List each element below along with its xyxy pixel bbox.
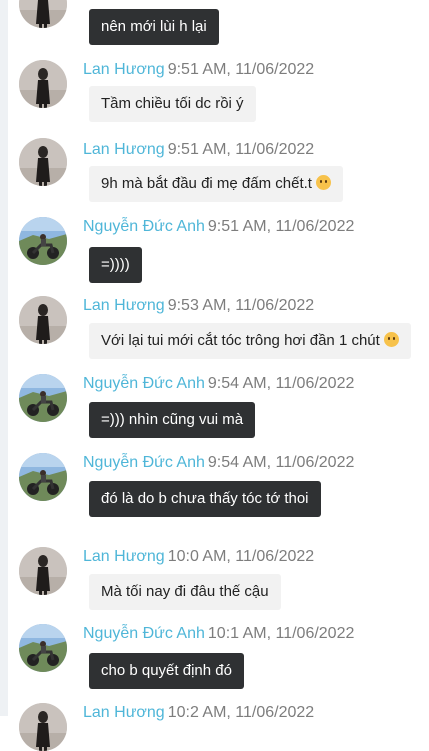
message-bubble[interactable]: =)))): [89, 247, 142, 283]
timestamp: 9:54 AM, 11/06/2022: [207, 375, 355, 392]
message-header: Nguyễn Đức Anh 10:1 AM, 11/06/2022: [83, 624, 354, 644]
message-text: đó là do b chưa thấy tóc tớ thoi: [101, 490, 309, 507]
message-header: Lan Hương 10:0 AM, 11/06/2022: [83, 547, 314, 567]
message-header: Nguyễn Đức Anh 9:51 AM, 11/06/2022: [83, 217, 354, 237]
avatar[interactable]: [19, 296, 67, 344]
message-text: nên mới lùi h lại: [101, 18, 207, 35]
timestamp: 10:1 AM, 11/06/2022: [207, 625, 355, 642]
message-bubble[interactable]: cho b quyết định đó: [89, 653, 244, 689]
message-text: Với lại tui mới cắt tóc trông hơi đần 1 …: [101, 332, 380, 349]
message-header: Lan Hương 9:51 AM, 11/06/2022: [83, 140, 314, 160]
avatar[interactable]: [19, 624, 67, 672]
timestamp: 9:54 AM, 11/06/2022: [207, 454, 355, 471]
message-text: cho b quyết định đó: [101, 662, 232, 679]
avatar[interactable]: [19, 217, 67, 265]
sender-name[interactable]: Lan Hương: [83, 704, 165, 721]
message-bubble[interactable]: Mà tối nay đi đâu thế cậu: [89, 574, 281, 610]
message-text: =)))): [101, 256, 130, 273]
message-text: Tầm chiều tối dc rồi ý: [101, 95, 244, 112]
message-header: Lan Hương 10:2 AM, 11/06/2022: [83, 703, 314, 723]
sad-face-icon: [383, 332, 399, 347]
sender-name[interactable]: Nguyễn Đức Anh: [83, 375, 205, 392]
sender-name[interactable]: Nguyễn Đức Anh: [83, 454, 205, 471]
avatar[interactable]: [19, 453, 67, 501]
timestamp: 9:51 AM, 11/06/2022: [207, 218, 355, 235]
timestamp: 10:0 AM, 11/06/2022: [167, 548, 315, 565]
message-header: Nguyễn Đức Anh 9:54 AM, 11/06/2022: [83, 453, 354, 473]
scrollbar-track[interactable]: [0, 0, 8, 716]
sender-name[interactable]: Nguyễn Đức Anh: [83, 218, 205, 235]
timestamp: 10:2 AM, 11/06/2022: [167, 704, 315, 721]
message-text: =))) nhìn cũng vui mà: [101, 411, 244, 428]
message-header: Lan Hương 9:53 AM, 11/06/2022: [83, 296, 314, 316]
message-bubble[interactable]: 9h mà bắt đầu đi mẹ đấm chết.t: [89, 166, 343, 202]
timestamp: 9:51 AM, 11/06/2022: [167, 141, 315, 158]
message-bubble[interactable]: Với lại tui mới cắt tóc trông hơi đần 1 …: [89, 323, 411, 359]
avatar[interactable]: [19, 0, 67, 28]
worried-face-icon: [315, 175, 331, 190]
sender-name[interactable]: Nguyễn Đức Anh: [83, 625, 205, 642]
sender-name[interactable]: Lan Hương: [83, 548, 165, 565]
avatar[interactable]: [19, 547, 67, 595]
sender-name[interactable]: Lan Hương: [83, 141, 165, 158]
sender-name[interactable]: Lan Hương: [83, 61, 165, 78]
message-bubble[interactable]: Tầm chiều tối dc rồi ý: [89, 86, 256, 122]
message-header: Nguyễn Đức Anh 9:54 AM, 11/06/2022: [83, 374, 354, 394]
timestamp: 9:53 AM, 11/06/2022: [167, 297, 315, 314]
avatar[interactable]: [19, 374, 67, 422]
avatar[interactable]: [19, 138, 67, 186]
message-text: Mà tối nay đi đâu thế cậu: [101, 583, 269, 600]
message-text: 9h mà bắt đầu đi mẹ đấm chết.t: [101, 175, 312, 192]
sender-name[interactable]: Lan Hương: [83, 297, 165, 314]
avatar[interactable]: [19, 703, 67, 751]
message-bubble[interactable]: nên mới lùi h lại: [89, 9, 219, 45]
message-bubble[interactable]: đó là do b chưa thấy tóc tớ thoi: [89, 481, 321, 517]
message-header: Lan Hương 9:51 AM, 11/06/2022: [83, 60, 314, 80]
avatar[interactable]: [19, 60, 67, 108]
message-bubble[interactable]: =))) nhìn cũng vui mà: [89, 402, 256, 438]
timestamp: 9:51 AM, 11/06/2022: [167, 61, 315, 78]
